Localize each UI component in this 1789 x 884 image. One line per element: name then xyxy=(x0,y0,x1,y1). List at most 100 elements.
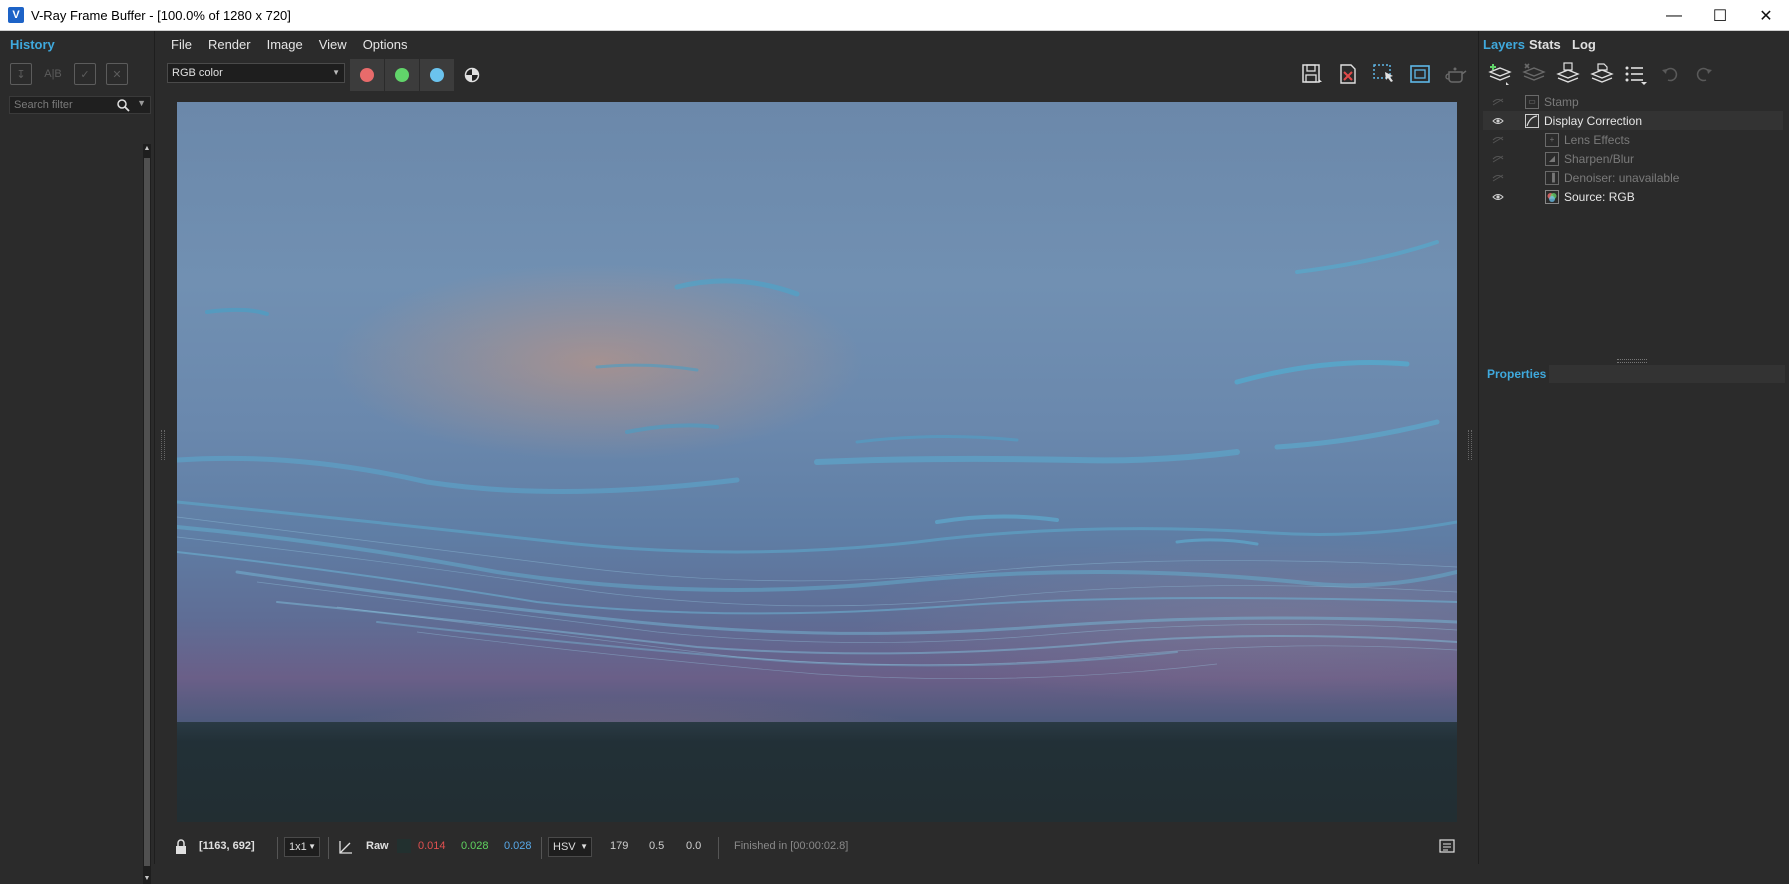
curve-icon[interactable] xyxy=(338,839,354,855)
log-toggle-icon[interactable] xyxy=(1439,839,1455,853)
eye-hidden-icon[interactable] xyxy=(1492,98,1504,106)
history-panel: History ↧ A|B ✓ ✕ Search filter ▼ ▲ ▼ xyxy=(0,31,155,884)
layer-name: Stamp xyxy=(1544,94,1579,109)
save-history-icon[interactable]: ↧ xyxy=(10,63,32,85)
load-layers-icon[interactable] xyxy=(1589,61,1615,87)
value-value: 0.0 xyxy=(686,840,702,852)
status-bar: [1163, 692] 1x1 ▼ Raw 0.014 0.028 0.028 … xyxy=(163,833,1468,861)
layer-name: Display Correction xyxy=(1544,113,1643,128)
delete-layer-icon[interactable] xyxy=(1521,61,1547,87)
menu-options[interactable]: Options xyxy=(355,37,416,52)
layer-row[interactable]: + Lens Effects xyxy=(1483,130,1783,149)
hue-value: 179 xyxy=(610,840,629,852)
menu-file[interactable]: File xyxy=(163,37,200,52)
load-history-icon[interactable]: ✓ xyxy=(74,63,96,85)
title-bar: V V-Ray Frame Buffer - [100.0% of 1280 x… xyxy=(0,0,1789,31)
layer-row[interactable]: Source: RGB xyxy=(1483,187,1783,206)
layer-name: Sharpen/Blur xyxy=(1564,151,1635,166)
scrollbar-thumb[interactable] xyxy=(144,158,150,866)
layer-row[interactable]: ◢ Sharpen/Blur xyxy=(1483,149,1783,168)
undo-icon[interactable] xyxy=(1657,61,1683,87)
red-value: 0.014 xyxy=(418,840,446,852)
sharpen-layer-icon: ◢ xyxy=(1545,151,1559,166)
history-toolbar: ↧ A|B ✓ ✕ xyxy=(10,63,128,85)
tab-log[interactable]: Log xyxy=(1572,37,1596,52)
tab-history[interactable]: History xyxy=(10,37,55,52)
search-placeholder: Search filter xyxy=(14,99,73,111)
teapot-render-icon[interactable] xyxy=(1444,62,1468,86)
eye-hidden-icon[interactable] xyxy=(1492,136,1504,144)
status-separator xyxy=(328,837,329,859)
ground-plane xyxy=(177,722,1457,822)
lock-icon[interactable] xyxy=(173,838,189,856)
tab-layers[interactable]: Layers xyxy=(1483,37,1525,52)
search-icon[interactable] xyxy=(116,98,130,112)
menu-view[interactable]: View xyxy=(311,37,355,52)
scroll-down-icon[interactable]: ▼ xyxy=(143,874,151,884)
green-dot-icon xyxy=(395,68,409,82)
layers-toolbar xyxy=(1487,61,1717,87)
green-channel-button[interactable] xyxy=(385,59,419,91)
eye-icon[interactable] xyxy=(1492,193,1504,201)
compare-ab-icon[interactable]: A|B xyxy=(42,63,64,85)
eye-hidden-icon[interactable] xyxy=(1492,155,1504,163)
render-viewport[interactable] xyxy=(177,102,1457,822)
tab-stats[interactable]: Stats xyxy=(1529,37,1561,52)
pixel-color-swatch xyxy=(397,839,411,853)
save-layers-icon[interactable] xyxy=(1555,61,1581,87)
blue-channel-button[interactable] xyxy=(420,59,454,91)
layer-row[interactable]: ▭ Stamp xyxy=(1483,92,1783,111)
image-toolbar: RGB color ▼ xyxy=(163,58,1468,91)
sampling-value: 1x1 xyxy=(289,841,307,853)
add-layer-icon[interactable] xyxy=(1487,61,1513,87)
clear-image-icon[interactable] xyxy=(1336,62,1360,86)
search-filter-field[interactable]: Search filter ▼ xyxy=(9,96,151,114)
layer-name: Denoiser: unavailable xyxy=(1564,170,1680,185)
properties-splitter-handle[interactable] xyxy=(1617,359,1647,363)
blue-dot-icon xyxy=(430,68,444,82)
menu-bar: File Render Image View Options xyxy=(163,31,416,57)
channel-select-value: RGB color xyxy=(172,67,223,79)
layer-list-menu-icon[interactable] xyxy=(1623,61,1649,87)
minimize-button[interactable]: — xyxy=(1651,0,1697,31)
render-window-icon[interactable] xyxy=(1408,62,1432,86)
layer-name: Lens Effects xyxy=(1564,132,1630,147)
scroll-up-icon[interactable]: ▲ xyxy=(143,144,151,154)
window-title: V-Ray Frame Buffer - [100.0% of 1280 x 7… xyxy=(31,7,291,23)
layer-row[interactable]: Display Correction xyxy=(1483,111,1783,130)
menu-image[interactable]: Image xyxy=(259,37,311,52)
search-options-dropdown-icon[interactable]: ▼ xyxy=(137,98,146,108)
left-splitter-handle[interactable] xyxy=(161,430,165,460)
history-scrollbar[interactable]: ▲ ▼ xyxy=(143,144,151,884)
close-button[interactable]: ✕ xyxy=(1743,0,1789,31)
chevron-down-icon: ▼ xyxy=(580,842,588,851)
region-render-icon[interactable] xyxy=(1372,62,1396,86)
colorspace-select[interactable]: HSV ▼ xyxy=(548,837,592,857)
layer-row[interactable]: ▐ Denoiser: unavailable xyxy=(1483,168,1783,187)
pixel-coordinates: [1163, 692] xyxy=(199,840,255,852)
chevron-down-icon: ▼ xyxy=(332,68,340,77)
colorspace-value: HSV xyxy=(553,841,576,853)
layers-panel: Layers Stats Log ▭ Stamp Display Correct… xyxy=(1478,31,1789,864)
raw-mode-label[interactable]: Raw xyxy=(366,840,389,852)
menu-render[interactable]: Render xyxy=(200,37,259,52)
chevron-down-icon: ▼ xyxy=(308,842,316,851)
sampling-select[interactable]: 1x1 ▼ xyxy=(284,837,320,857)
eye-icon[interactable] xyxy=(1492,117,1504,125)
redo-icon[interactable] xyxy=(1691,61,1717,87)
rgb-source-icon xyxy=(1545,189,1559,204)
eye-hidden-icon[interactable] xyxy=(1492,174,1504,182)
channel-select[interactable]: RGB color ▼ xyxy=(167,63,345,83)
green-value: 0.028 xyxy=(461,840,489,852)
maximize-button[interactable]: ☐ xyxy=(1697,0,1743,31)
stamp-layer-icon: ▭ xyxy=(1525,94,1539,109)
alpha-channel-button[interactable] xyxy=(455,59,489,91)
red-channel-button[interactable] xyxy=(350,59,384,91)
right-splitter-handle[interactable] xyxy=(1468,430,1472,460)
image-tools xyxy=(1300,62,1468,86)
status-separator xyxy=(277,837,278,859)
save-image-icon[interactable] xyxy=(1300,62,1324,86)
clear-history-icon[interactable]: ✕ xyxy=(106,63,128,85)
render-status-text: Finished in [00:00:02.8] xyxy=(734,840,849,852)
lens-effects-layer-icon: + xyxy=(1545,132,1559,147)
